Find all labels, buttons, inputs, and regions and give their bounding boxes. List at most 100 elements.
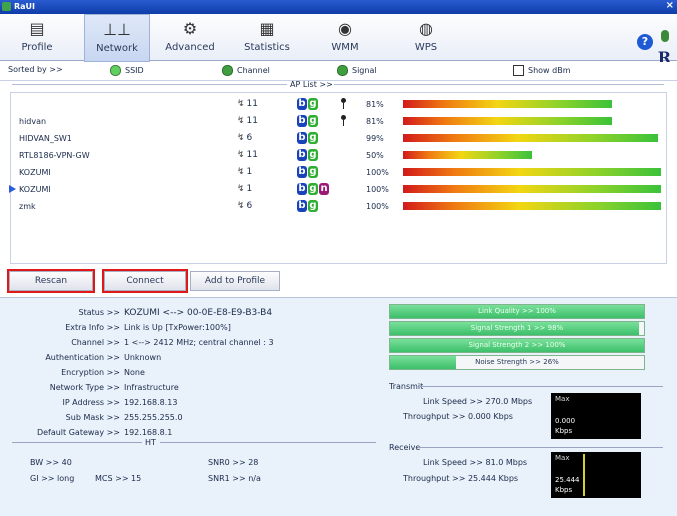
ap-signal-bar	[403, 168, 661, 176]
antenna-icon: ↯	[237, 133, 245, 143]
radio-icon	[110, 65, 121, 76]
sort-ssid-label: SSID	[125, 66, 144, 75]
toolbar-statistics-button[interactable]: ▦ Statistics	[232, 14, 302, 60]
ap-signal-bar	[403, 202, 661, 210]
ap-list-label: AP List >>	[290, 80, 333, 89]
close-button[interactable]: ×	[666, 0, 674, 11]
ap-ssid: HIDVAN_SW1	[19, 134, 72, 143]
ap-row[interactable]: HIDVAN_SW1 ↯ 6 b g 99%	[11, 131, 666, 146]
toolbar-label: Network	[96, 43, 138, 54]
sort-signal-option[interactable]: Signal	[337, 65, 377, 76]
add-to-profile-button[interactable]: Add to Profile	[190, 271, 280, 291]
divider	[334, 84, 664, 85]
toolbar-network-button[interactable]: ⊥⊥ Network	[84, 14, 150, 62]
info-value: Link is Up [TxPower:100%]	[124, 323, 231, 332]
antenna-icon: ↯	[237, 201, 245, 211]
mode-g-badge: g	[308, 183, 318, 195]
divider	[420, 386, 663, 387]
mode-b-badge: b	[297, 200, 307, 212]
gears-icon: ⚙	[182, 19, 198, 38]
help-icon[interactable]: ?	[637, 34, 653, 50]
info-value: Infrastructure	[124, 383, 179, 392]
toolbar-label: Statistics	[244, 42, 290, 53]
ap-signal-text: 100%	[366, 168, 389, 177]
ap-row-selected[interactable]: KOZUMI ↯ 1 b g n 100%	[9, 182, 666, 197]
signal-strength-2-label: Signal Strength 2 >> 100%	[468, 341, 566, 349]
toolbar-wmm-button[interactable]: ◉ WMM	[325, 14, 365, 60]
noise-strength-bar: Noise Strength >> 26%	[389, 355, 645, 370]
mode-b-badge: b	[297, 98, 307, 110]
toolbar-wps-button[interactable]: ◍ WPS	[408, 14, 444, 60]
link-quality-bar: Link Quality >> 100%	[389, 304, 645, 319]
mode-b-badge: b	[297, 149, 307, 161]
connect-button[interactable]: Connect	[102, 269, 188, 293]
mode-g-badge: g	[308, 200, 318, 212]
mode-b-badge: b	[297, 115, 307, 127]
signal-strength-1-label: Signal Strength 1 >> 98%	[470, 324, 564, 332]
rescan-button[interactable]: Rescan	[7, 269, 95, 293]
divider	[12, 442, 142, 443]
ap-signal-bar	[403, 134, 658, 142]
ht-mcs: MCS >> 15	[95, 474, 142, 483]
info-value: None	[124, 368, 145, 377]
toolbar-label: WPS	[414, 42, 438, 53]
graph-max-label: Max	[555, 454, 570, 462]
antenna-icon: ↯	[237, 167, 245, 177]
divider	[160, 442, 376, 443]
show-dbm-checkbox[interactable]: Show dBm	[513, 65, 571, 76]
app-icon	[2, 2, 11, 11]
mode-g-badge: g	[308, 149, 318, 161]
radio-icon	[222, 65, 233, 76]
lock-icon	[341, 98, 346, 109]
wps-icon: ◍	[419, 19, 433, 38]
noise-strength-label: Noise Strength >> 26%	[475, 358, 559, 366]
status-light-icon	[661, 30, 669, 42]
mode-g-badge: g	[308, 115, 318, 127]
ap-list[interactable]: ↯ 11 b g 81% hidvan ↯ 11 b g 81% HIDVAN_SW…	[9, 92, 667, 264]
info-value: 192.168.8.13	[124, 398, 178, 407]
statistics-icon: ▦	[259, 19, 275, 38]
toolbar-advanced-button[interactable]: ⚙ Advanced	[160, 14, 220, 60]
antenna-icon: ↯	[237, 99, 245, 109]
status-panel: Status >> KOZUMI <--> 00-0E-E8-E9-B3-B4 …	[0, 297, 677, 516]
ht-gi: GI >> long	[30, 474, 75, 483]
mode-b-badge: b	[297, 166, 307, 178]
selected-arrow-icon	[9, 185, 16, 193]
ap-channel-value: 11	[246, 150, 258, 160]
ap-ssid: KOZUMI	[19, 185, 51, 194]
info-key: IP Address >>	[62, 398, 120, 407]
sort-ssid-option[interactable]: SSID	[110, 65, 144, 76]
ap-signal-text: 100%	[366, 202, 389, 211]
ap-channel: ↯ 11	[237, 116, 258, 126]
graph-unit: Kbps	[555, 427, 573, 435]
ap-row[interactable]: ↯ 11 b g 81%	[11, 97, 666, 112]
info-key: Channel >>	[71, 338, 120, 347]
ap-ssid: KOZUMI	[19, 168, 51, 177]
toolbar-profile-button[interactable]: ▤ Profile	[12, 14, 62, 60]
antenna-icon: ↯	[237, 184, 245, 194]
mode-b-badge: b	[297, 132, 307, 144]
title-bar: RaUI ×	[0, 0, 677, 14]
ap-row[interactable]: zmk ↯ 6 b g 100%	[11, 199, 666, 214]
antenna-icon: ↯	[237, 116, 245, 126]
ap-channel: ↯ 1	[237, 184, 252, 194]
ap-row[interactable]: RTL8186-VPN-GW ↯ 11 b g 50%	[11, 148, 666, 163]
transmit-link-speed: Link Speed >> 270.0 Mbps	[423, 397, 533, 406]
toolbar: ▤ Profile ⊥⊥ Network ⚙ Advanced ▦ Statis…	[0, 14, 677, 67]
ap-row[interactable]: hidvan ↯ 11 b g 81%	[11, 114, 666, 129]
ap-channel-value: 11	[246, 99, 258, 109]
sort-channel-option[interactable]: Channel	[222, 65, 270, 76]
ap-signal-text: 100%	[366, 185, 389, 194]
info-value: Unknown	[124, 353, 162, 362]
ht-bw: BW >> 40	[30, 458, 72, 467]
toolbar-label: Advanced	[165, 42, 215, 53]
ap-row[interactable]: KOZUMI ↯ 1 b g 100%	[11, 165, 666, 180]
ap-channel: ↯ 11	[237, 150, 258, 160]
lock-icon	[341, 115, 346, 126]
info-value: 192.168.8.1	[124, 428, 173, 437]
mode-g-badge: g	[308, 98, 318, 110]
ap-channel: ↯ 6	[237, 133, 252, 143]
ap-signal-bar	[403, 185, 661, 193]
info-key: Extra Info >>	[65, 323, 120, 332]
ap-signal-text: 81%	[366, 117, 384, 126]
